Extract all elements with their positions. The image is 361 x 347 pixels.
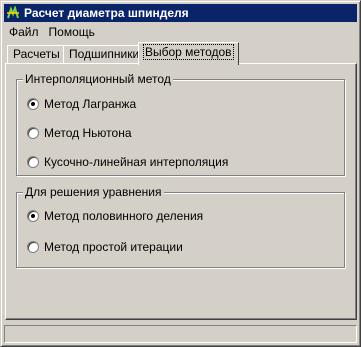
radio-button[interactable] (27, 156, 39, 168)
tab-calculations-label: Расчеты (13, 47, 60, 61)
status-bar (4, 325, 357, 343)
methods-panel: Интерполяционный метод Метод Лагранжа Ме… (5, 63, 357, 320)
radio-button[interactable] (27, 210, 39, 222)
tab-strip: Расчеты Подшипники Выбор методов (5, 42, 357, 65)
tab-bearings[interactable]: Подшипники (63, 45, 146, 63)
radio-lagrange-label: Метод Лагранжа (44, 97, 137, 111)
radio-button[interactable] (27, 98, 39, 110)
menu-help[interactable]: Помощь (44, 23, 100, 41)
radio-button[interactable] (27, 241, 39, 253)
tab-method-selection-label: Выбор методов (143, 44, 234, 60)
radio-lagrange[interactable]: Метод Лагранжа (27, 96, 136, 112)
tab-method-selection[interactable]: Выбор методов (138, 42, 239, 65)
interpolation-groupbox: Интерполяционный метод Метод Лагранжа Ме… (16, 72, 345, 176)
tab-bearings-label: Подшипники (69, 47, 140, 61)
menu-file[interactable]: Файл (4, 23, 44, 41)
radio-bisection-label: Метод половинного деления (44, 209, 204, 223)
window-title: Расчет диаметра шпинделя (24, 6, 189, 20)
radio-simple-iteration[interactable]: Метод простой итерации (27, 239, 183, 255)
radio-newton[interactable]: Метод Ньютона (27, 125, 132, 141)
radio-piecewise-linear-label: Кусочно-линейная интерполяция (44, 155, 229, 169)
radio-simple-iteration-label: Метод простой итерации (44, 240, 183, 254)
radio-piecewise-linear[interactable]: Кусочно-линейная интерполяция (27, 154, 228, 170)
app-icon (7, 6, 19, 19)
equation-group-title: Для решения уравнения (23, 185, 164, 199)
radio-button[interactable] (27, 127, 39, 139)
radio-bisection[interactable]: Метод половинного деления (27, 208, 203, 224)
title-bar[interactable]: Расчет диаметра шпинделя (4, 4, 357, 22)
interpolation-group-title: Интерполяционный метод (23, 72, 173, 86)
tab-calculations[interactable]: Расчеты (7, 45, 66, 63)
radio-newton-label: Метод Ньютона (44, 126, 132, 140)
app-window: Расчет диаметра шпинделя Файл Помощь Рас… (0, 0, 361, 347)
equation-groupbox: Для решения уравнения Метод половинного … (16, 185, 345, 268)
menu-bar: Файл Помощь (4, 23, 357, 41)
